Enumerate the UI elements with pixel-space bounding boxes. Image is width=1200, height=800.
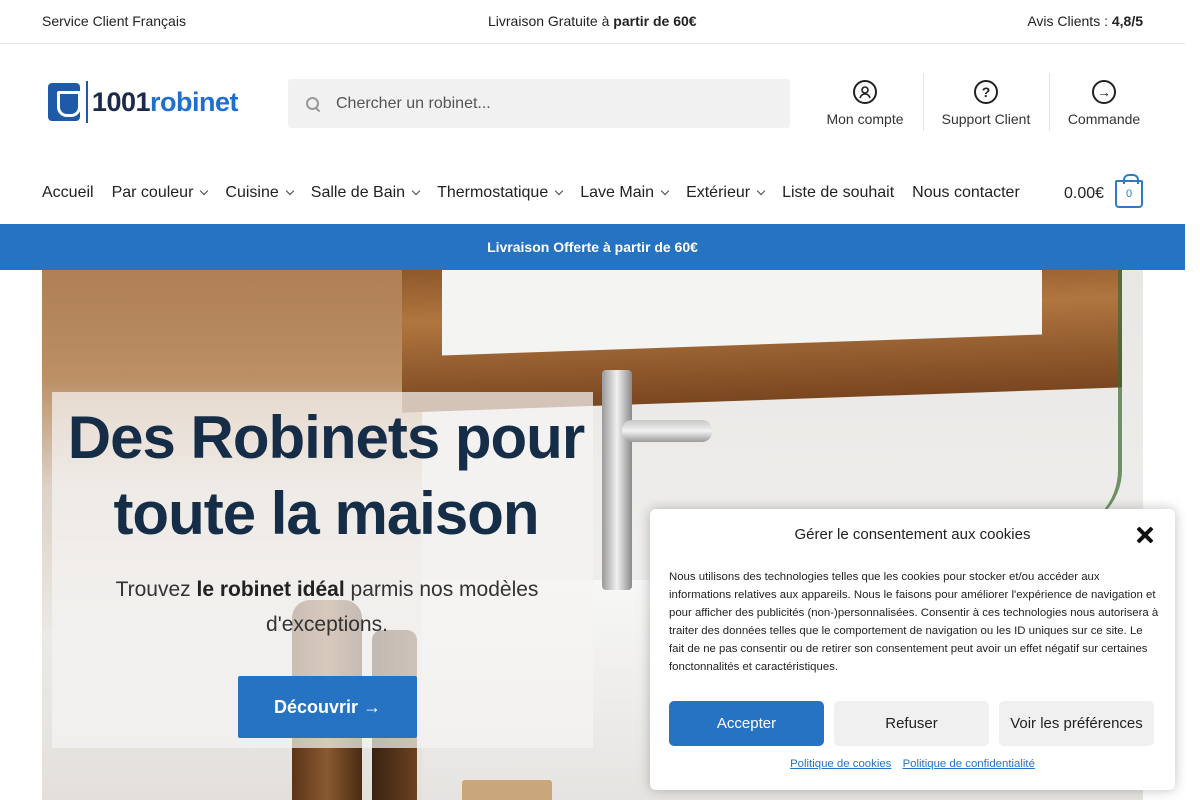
hero-bg-faucet-spout — [622, 420, 712, 442]
hero-bg-faucet — [602, 370, 632, 590]
nav-item-accueil[interactable]: Accueil — [42, 184, 94, 202]
logo-divider — [86, 81, 88, 123]
accept-button[interactable]: Accepter — [669, 701, 824, 746]
hero-bg-soap — [462, 780, 552, 800]
chevron-down-icon — [554, 186, 564, 196]
cart-count: 0 — [1125, 188, 1133, 200]
cookie-description: Nous utilisons des technologies telles q… — [669, 571, 1159, 673]
nav-item-contact[interactable]: Nous contacter — [912, 184, 1020, 202]
order-link[interactable]: → Commande — [1064, 78, 1144, 134]
cookie-consent-dialog: Gérer le consentement aux cookies Nous u… — [650, 509, 1175, 790]
hero-bg-plant — [1002, 270, 1122, 530]
nav-item-par-couleur[interactable]: Par couleur — [112, 184, 209, 202]
logo-text: 1001robinet — [91, 86, 239, 117]
cart-total[interactable]: 0.00€ — [1064, 185, 1104, 203]
hero-subtitle: Trouvez le robinet idéal parmis nos modè… — [115, 578, 539, 636]
search-input[interactable] — [336, 94, 756, 113]
cookie-policy-link[interactable]: Politique de cookies — [790, 758, 891, 770]
faucet-logo-icon — [48, 83, 82, 121]
nav-item-lave-main[interactable]: Lave Main — [580, 184, 670, 202]
order-label: Commande — [1067, 111, 1141, 127]
promo-banner: Livraison Offerte à partir de 60€ — [0, 224, 1185, 270]
nav-item-exterieur[interactable]: Extérieur — [686, 184, 766, 202]
header-divider — [923, 73, 924, 131]
chevron-down-icon — [756, 186, 766, 196]
site-logo[interactable]: 1001robinet — [48, 80, 239, 124]
header-divider — [1049, 73, 1050, 131]
question-icon: ? — [974, 80, 998, 104]
user-icon — [853, 80, 877, 104]
cookie-policy-links: Politique de cookies Politique de confid… — [650, 758, 1175, 770]
hero-title: Des Robinets pour toute la maison — [67, 404, 585, 547]
chevron-down-icon — [411, 186, 421, 196]
nav-item-cuisine[interactable]: Cuisine — [225, 184, 295, 202]
top-info-bar: Service Client Français Livraison Gratui… — [0, 0, 1185, 44]
privacy-policy-link[interactable]: Politique de confidentialité — [903, 758, 1035, 770]
cart-bag-icon[interactable]: 0 — [1115, 174, 1143, 208]
free-shipping-text: Livraison Gratuite à partir de 60€ — [488, 13, 697, 29]
search-icon — [306, 96, 320, 111]
customer-service-text: Service Client Français — [42, 13, 186, 29]
support-link[interactable]: ? Support Client — [938, 78, 1034, 134]
close-icon[interactable] — [1135, 525, 1155, 545]
preferences-button[interactable]: Voir les préférences — [999, 701, 1154, 746]
nav-item-salle-de-bain[interactable]: Salle de Bain — [311, 184, 421, 202]
support-label: Support Client — [941, 111, 1031, 127]
chevron-down-icon — [200, 186, 209, 196]
chevron-down-icon — [660, 186, 670, 196]
discover-button[interactable]: Découvrir → — [238, 676, 417, 738]
cookie-title: Gérer le consentement aux cookies — [794, 526, 1031, 543]
arrow-right-icon: → — [1092, 80, 1116, 104]
chevron-down-icon — [285, 186, 295, 196]
nav-item-wishlist[interactable]: Liste de souhait — [782, 184, 894, 202]
refuse-button[interactable]: Refuser — [834, 701, 989, 746]
main-nav: Accueil Par couleur Cuisine Salle de Bai… — [42, 184, 1038, 202]
search-bar[interactable] — [288, 79, 790, 128]
account-link[interactable]: Mon compte — [822, 78, 908, 134]
reviews-text: Avis Clients : 4,8/5 — [1027, 13, 1143, 29]
account-label: Mon compte — [826, 111, 904, 127]
nav-item-thermostatique[interactable]: Thermostatique — [437, 184, 564, 202]
